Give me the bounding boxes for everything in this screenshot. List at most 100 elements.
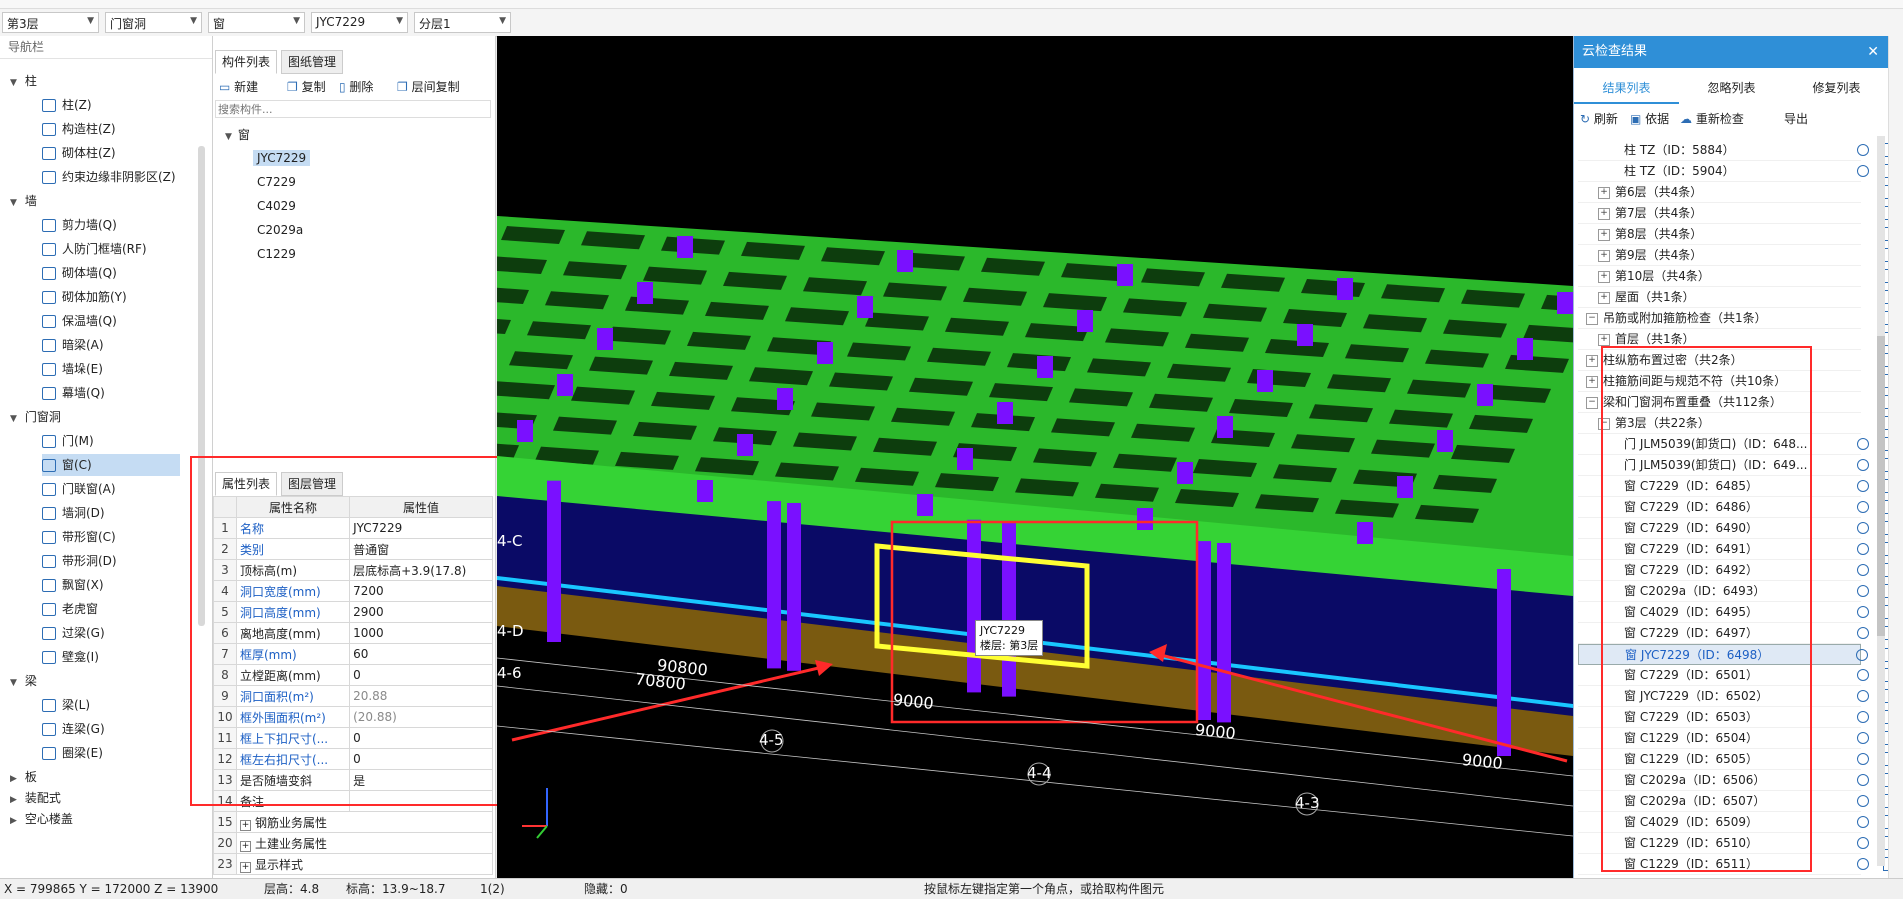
result-row[interactable]: + 第9层（共4条） [1578, 245, 1894, 266]
nav-category[interactable]: ▼ 梁 [10, 670, 37, 692]
export-button[interactable]: 导出 [1784, 110, 1808, 127]
locate-icon[interactable] [1857, 753, 1869, 765]
nav-item[interactable]: 带形窗(C) [42, 526, 180, 548]
tab-fix-list[interactable]: 修复列表 [1784, 74, 1889, 102]
result-row[interactable]: + 第7层（共4条） [1578, 203, 1894, 224]
locate-icon[interactable] [1857, 774, 1869, 786]
nav-item[interactable]: 圈梁(E) [42, 742, 180, 764]
locate-icon[interactable] [1857, 438, 1869, 450]
expand-icon[interactable]: + [1598, 333, 1610, 346]
nav-item[interactable]: 带形洞(D) [42, 550, 180, 572]
nav-item[interactable]: 砌体墙(Q) [42, 262, 180, 284]
tab-component-list[interactable]: 构件列表 [215, 50, 278, 74]
nav-item[interactable]: 约束边缘非阴影区(Z) [42, 166, 180, 188]
locate-icon[interactable] [1857, 795, 1869, 807]
component-item[interactable]: C1229 [253, 246, 300, 262]
nav-category[interactable]: ▶ 装配式 [10, 787, 61, 809]
category-select[interactable]: 门窗洞 ▼ [105, 12, 202, 33]
basis-button[interactable]: ▣ 依据 [1630, 110, 1669, 127]
locate-icon[interactable] [1857, 690, 1869, 702]
property-row[interactable]: 15 + 钢筋业务属性 [213, 811, 493, 833]
locate-icon[interactable] [1857, 627, 1869, 639]
copy-button[interactable]: ❐ 复制 [287, 78, 326, 95]
nav-item[interactable]: 暗梁(A) [42, 334, 180, 356]
delete-button[interactable]: ▯ 删除 [339, 78, 373, 95]
expand-icon[interactable]: − [1586, 312, 1598, 325]
3d-viewport[interactable]: 4-C 4-D 4-6 4-5 4-4 4-3 90800 70800 9000… [497, 36, 1573, 878]
tab-result-list[interactable]: 结果列表 [1574, 74, 1679, 104]
nav-category[interactable]: ▶ 空心楼盖 [10, 808, 73, 830]
nav-item[interactable]: 人防门框墙(RF) [42, 238, 180, 260]
nav-item[interactable]: 剪力墙(Q) [42, 214, 180, 236]
expand-icon[interactable]: + [240, 840, 251, 852]
expand-icon[interactable]: + [240, 819, 251, 831]
locate-icon[interactable] [1857, 669, 1869, 681]
component-item[interactable]: C2029a [253, 222, 307, 238]
nav-item[interactable]: 门联窗(A) [42, 478, 180, 500]
nav-item[interactable]: 门(M) [42, 430, 180, 452]
expand-icon[interactable]: + [1586, 375, 1598, 388]
locate-icon[interactable] [1857, 837, 1869, 849]
expand-icon[interactable]: + [1598, 186, 1610, 199]
locate-icon[interactable] [1857, 816, 1869, 828]
locate-icon[interactable] [1857, 480, 1869, 492]
expand-icon[interactable]: + [1598, 249, 1610, 262]
expand-icon[interactable]: − [1586, 396, 1598, 409]
result-row[interactable]: + 第8层（共4条） [1578, 224, 1894, 245]
locate-icon[interactable] [1857, 858, 1869, 870]
locate-icon[interactable] [1857, 459, 1869, 471]
expand-icon[interactable]: + [240, 861, 251, 873]
locate-icon[interactable] [1857, 144, 1869, 156]
locate-icon[interactable] [1857, 501, 1869, 513]
component-group-window[interactable]: ▼ 窗 [225, 126, 250, 143]
nav-item[interactable]: 幕墙(Q) [42, 382, 180, 404]
nav-item[interactable]: 过梁(G) [42, 622, 180, 644]
property-row[interactable]: 20 + 土建业务属性 [213, 832, 493, 854]
nav-item[interactable]: 壁龛(I) [42, 646, 180, 668]
locate-icon[interactable] [1857, 606, 1869, 618]
nav-item[interactable]: 墙洞(D) [42, 502, 180, 524]
nav-item[interactable]: 保温墙(Q) [42, 310, 180, 332]
recheck-button[interactable]: ☁ 重新检查 [1680, 110, 1744, 127]
locate-icon[interactable] [1857, 585, 1869, 597]
expand-icon[interactable]: + [1598, 228, 1610, 241]
locate-icon[interactable] [1857, 165, 1869, 177]
component-item[interactable]: C7229 [253, 174, 300, 190]
component-item[interactable]: JYC7229 [253, 150, 311, 166]
scrollbar-thumb[interactable] [1877, 336, 1885, 636]
scrollbar[interactable] [1877, 136, 1885, 866]
nav-category[interactable]: ▼ 门窗洞 [10, 406, 61, 428]
locate-icon[interactable] [1856, 649, 1868, 661]
close-icon[interactable]: ✕ [1867, 36, 1879, 68]
result-row[interactable]: + 第10层（共4条） [1578, 266, 1894, 287]
locate-icon[interactable] [1857, 522, 1869, 534]
result-row[interactable]: 柱 TZ（ID：5904） [1578, 161, 1894, 182]
layer-select[interactable]: 分层1 ▼ [414, 12, 511, 33]
locate-icon[interactable] [1857, 543, 1869, 555]
tab-ignore-list[interactable]: 忽略列表 [1679, 74, 1784, 102]
nav-category[interactable]: ▶ 板 [10, 766, 37, 788]
refresh-button[interactable]: ↻ 刷新 [1580, 110, 1618, 127]
property-row[interactable]: 23 + 显示样式 [213, 853, 493, 875]
floor-copy-button[interactable]: ❐ 层间复制 [397, 78, 460, 95]
nav-item[interactable]: 老虎窗 [42, 598, 180, 620]
component-select[interactable]: JYC7229 ▼ [311, 12, 408, 33]
expand-icon[interactable]: + [1598, 207, 1610, 220]
nav-item[interactable]: 连梁(G) [42, 718, 180, 740]
locate-icon[interactable] [1857, 564, 1869, 576]
nav-item[interactable]: 飘窗(X) [42, 574, 180, 596]
expand-icon[interactable]: + [1598, 270, 1610, 283]
nav-category[interactable]: ▼ 柱 [10, 70, 37, 92]
floor-select[interactable]: 第3层 ▼ [2, 12, 99, 33]
result-row[interactable]: + 屋面（共1条） [1578, 287, 1894, 308]
result-row[interactable]: 柱 TZ（ID：5884） [1578, 140, 1894, 161]
new-button[interactable]: ▭ 新建 [219, 78, 258, 95]
component-item[interactable]: C4029 [253, 198, 300, 214]
locate-icon[interactable] [1857, 732, 1869, 744]
result-row[interactable]: − 吊筋或附加箍筋检查（共1条） [1578, 308, 1894, 329]
nav-item[interactable]: 梁(L) [42, 694, 180, 716]
nav-category[interactable]: ▼ 墙 [10, 190, 37, 212]
nav-item[interactable]: 窗(C) [42, 454, 180, 476]
tab-drawing-management[interactable]: 图纸管理 [281, 50, 344, 74]
result-row[interactable]: + 第6层（共4条） [1578, 182, 1894, 203]
